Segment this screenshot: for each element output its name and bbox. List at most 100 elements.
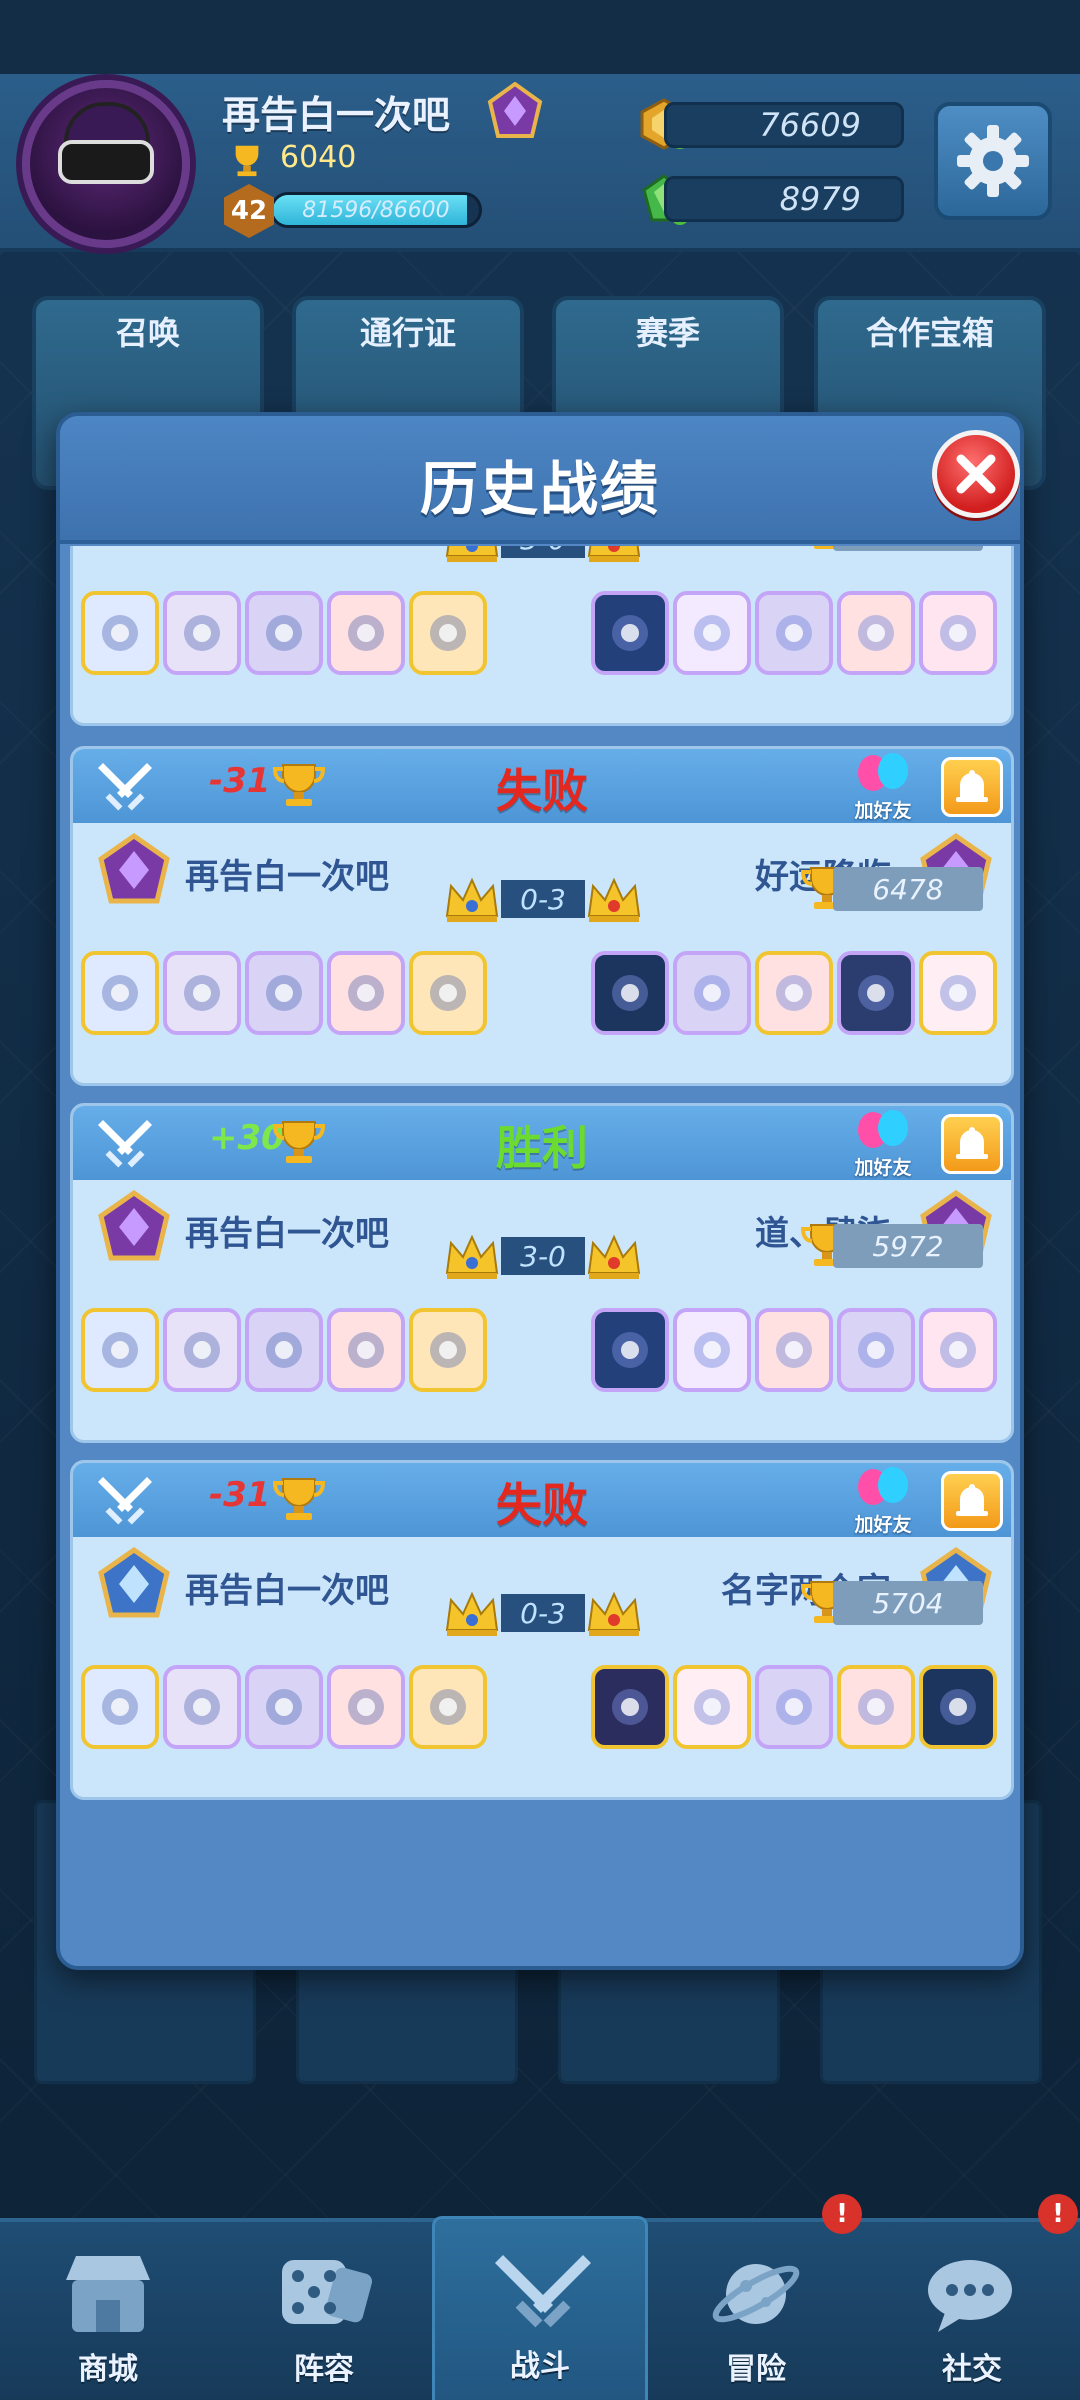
player-name: 再告白一次吧 bbox=[185, 1214, 389, 1254]
rank-emblem-icon[interactable] bbox=[486, 82, 544, 140]
shop-icon bbox=[66, 2256, 150, 2332]
match-record[interactable]: +30胜利加好友再告白一次吧道、肆柒3-05972 bbox=[70, 1103, 1014, 1443]
unit-card-icon bbox=[184, 975, 220, 1011]
player-deck-card[interactable] bbox=[245, 951, 323, 1035]
match-score: 3-0 bbox=[443, 1228, 643, 1284]
close-button[interactable] bbox=[932, 430, 1020, 518]
player-deck-card[interactable] bbox=[327, 1665, 405, 1749]
opponent-deck-card[interactable] bbox=[837, 1665, 915, 1749]
unit-card-icon bbox=[102, 615, 138, 651]
match-record[interactable]: -31 失败 加好友 再告白一次吧 名字两个字 0-3 5704 bbox=[70, 1460, 1014, 1800]
player-deck-card[interactable] bbox=[163, 1665, 241, 1749]
player-deck-card[interactable] bbox=[409, 591, 487, 675]
trophy-icon bbox=[235, 145, 259, 177]
bell-icon bbox=[956, 1127, 988, 1159]
player-deck-card[interactable] bbox=[163, 951, 241, 1035]
match-list[interactable]: 加好友再告白一次吧世一鬼3-06508 -31失败加好友再告白一次吧好运降临0-3… bbox=[70, 546, 1014, 1926]
crown-icon bbox=[443, 546, 501, 564]
tab-pass-label: 通行证 bbox=[359, 314, 456, 352]
unit-card-icon bbox=[858, 615, 894, 651]
match-record[interactable]: 加好友再告白一次吧世一鬼3-06508 bbox=[70, 546, 1014, 726]
opponent-deck-card[interactable] bbox=[673, 1308, 751, 1392]
opponent-deck-card[interactable] bbox=[673, 951, 751, 1035]
player-deck-card[interactable] bbox=[409, 1308, 487, 1392]
opponent-deck-card[interactable] bbox=[591, 591, 669, 675]
unit-card-icon bbox=[940, 1332, 976, 1368]
unit-card-icon bbox=[776, 615, 812, 651]
settings-button[interactable] bbox=[934, 102, 1052, 220]
player-deck-card[interactable] bbox=[163, 1308, 241, 1392]
unit-card-icon bbox=[776, 1689, 812, 1725]
opponent-deck-card[interactable] bbox=[837, 951, 915, 1035]
unit-card-icon bbox=[266, 1332, 302, 1368]
player-deck-card[interactable] bbox=[81, 1665, 159, 1749]
balloons-icon bbox=[858, 1110, 908, 1148]
xp-text: 81596/86600 bbox=[302, 197, 450, 223]
player-deck-card[interactable] bbox=[81, 951, 159, 1035]
opponent-deck-card[interactable] bbox=[673, 1665, 751, 1749]
player-avatar[interactable] bbox=[22, 80, 190, 248]
report-button[interactable] bbox=[941, 1471, 1003, 1531]
report-button[interactable] bbox=[941, 757, 1003, 817]
unit-card-icon bbox=[940, 975, 976, 1011]
player-deck-card[interactable] bbox=[327, 951, 405, 1035]
unit-card-icon bbox=[694, 975, 730, 1011]
crossed-swords-icon bbox=[495, 2255, 591, 2328]
unit-card-icon bbox=[184, 1332, 220, 1368]
unit-card-icon bbox=[694, 1332, 730, 1368]
player-deck-card[interactable] bbox=[327, 591, 405, 675]
unit-card-icon bbox=[184, 1689, 220, 1725]
report-button[interactable] bbox=[941, 1114, 1003, 1174]
player-deck-card[interactable] bbox=[327, 1308, 405, 1392]
match-score: 0-3 bbox=[443, 1585, 643, 1641]
opponent-deck-card[interactable] bbox=[919, 951, 997, 1035]
opponent-trophy-count: 6508 bbox=[833, 546, 983, 551]
opponent-deck-card[interactable] bbox=[755, 1308, 833, 1392]
status-area bbox=[0, 0, 1080, 74]
player-deck-card[interactable] bbox=[409, 1665, 487, 1749]
player-deck-card[interactable] bbox=[245, 1665, 323, 1749]
opponent-deck-card[interactable] bbox=[919, 1665, 997, 1749]
add-friend-button[interactable]: 加好友 bbox=[843, 751, 923, 822]
bell-icon bbox=[956, 770, 988, 802]
opponent-deck-card[interactable] bbox=[591, 951, 669, 1035]
opponent-deck-card[interactable] bbox=[919, 591, 997, 675]
score-text: 0-3 bbox=[501, 880, 585, 918]
player-deck-card[interactable] bbox=[245, 1308, 323, 1392]
unit-card-icon bbox=[266, 615, 302, 651]
nav-social[interactable]: 社交 ! bbox=[864, 2194, 1080, 2400]
add-friend-button[interactable]: 加好友 bbox=[843, 1108, 923, 1179]
unit-card-icon bbox=[612, 975, 648, 1011]
nav-battle[interactable]: 战斗 bbox=[432, 2216, 648, 2400]
unit-card-icon bbox=[776, 975, 812, 1011]
player-rank-emblem-icon bbox=[97, 1546, 171, 1621]
unit-card-icon bbox=[348, 1332, 384, 1368]
opponent-deck-card[interactable] bbox=[837, 1308, 915, 1392]
player-deck-card[interactable] bbox=[245, 591, 323, 675]
unit-card-icon bbox=[776, 1332, 812, 1368]
nav-shop-label: 商城 bbox=[78, 2352, 138, 2387]
unit-card-icon bbox=[612, 1332, 648, 1368]
match-record[interactable]: -31失败加好友再告白一次吧好运降临0-36478 bbox=[70, 746, 1014, 1086]
nav-lineup-label: 阵容 bbox=[294, 2352, 354, 2387]
battle-history-modal: 历史战绩 加好友再告白一次吧世一鬼3-06508 -31失败加好友再告白一次吧好运… bbox=[56, 412, 1024, 1970]
opponent-deck-card[interactable] bbox=[755, 591, 833, 675]
unit-card-icon bbox=[858, 1332, 894, 1368]
opponent-deck-card[interactable] bbox=[837, 591, 915, 675]
nav-shop[interactable]: 商城 bbox=[0, 2222, 216, 2400]
opponent-deck-card[interactable] bbox=[591, 1308, 669, 1392]
nav-lineup[interactable]: 阵容 bbox=[216, 2222, 432, 2400]
opponent-deck-card[interactable] bbox=[919, 1308, 997, 1392]
player-deck-card[interactable] bbox=[409, 951, 487, 1035]
visor-graphic bbox=[58, 140, 154, 184]
opponent-deck-card[interactable] bbox=[755, 1665, 833, 1749]
nav-adventure[interactable]: 冒险 ! bbox=[648, 2194, 864, 2400]
player-deck-card[interactable] bbox=[163, 591, 241, 675]
player-deck-card[interactable] bbox=[81, 1308, 159, 1392]
add-friend-button[interactable]: 加好友 bbox=[843, 1465, 923, 1536]
opponent-deck-card[interactable] bbox=[755, 951, 833, 1035]
opponent-deck-card[interactable] bbox=[673, 591, 751, 675]
player-deck-card[interactable] bbox=[81, 591, 159, 675]
opponent-deck-card[interactable] bbox=[591, 1665, 669, 1749]
modal-title: 历史战绩 bbox=[419, 455, 660, 523]
